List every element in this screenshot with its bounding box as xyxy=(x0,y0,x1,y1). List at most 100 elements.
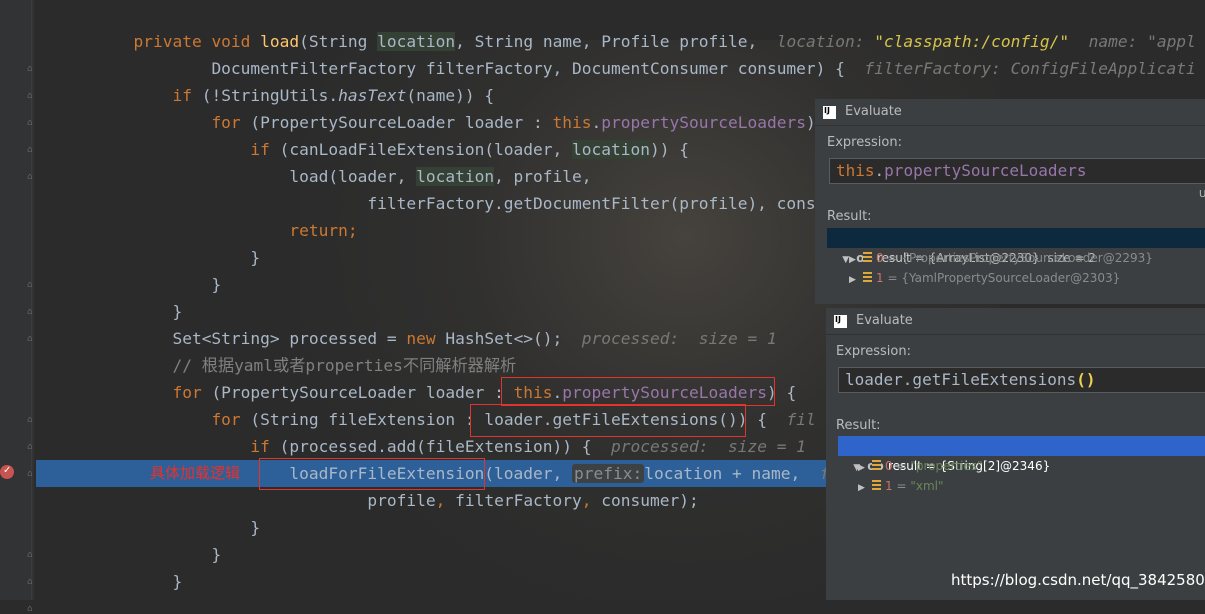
code-token: for xyxy=(211,113,251,132)
fold-marker-icon[interactable]: ⌂ xyxy=(25,442,35,452)
breakpoint-icon[interactable]: ✓ xyxy=(0,465,14,479)
field-icon xyxy=(872,480,881,491)
code-token: if xyxy=(172,86,202,105)
dialog-title-bar[interactable]: IJ Evaluate xyxy=(826,308,1205,335)
intellij-logo-icon: IJ xyxy=(834,315,847,328)
code-token: (PropertySourceLoader loader : xyxy=(211,383,514,402)
child-value: = {YamlPropertySourceLoader@2303} xyxy=(883,271,1121,285)
code-token: location xyxy=(377,32,456,51)
code-token: (!StringUtils. xyxy=(201,86,339,105)
code-token: profile xyxy=(367,491,436,510)
watermark: https://blog.csdn.net/qq_38425803 xyxy=(951,571,1205,589)
evaluate-dialog-2[interactable]: IJ Evaluate Expression: loader.getFileEx… xyxy=(826,308,1205,600)
fold-marker-icon[interactable]: ⌂ xyxy=(25,577,35,587)
code-token: (PropertySourceLoader loader : xyxy=(250,113,553,132)
field-icon xyxy=(872,460,881,471)
fold-marker-icon[interactable]: ⌂ xyxy=(25,145,35,155)
expression-input[interactable]: loader.getFileExtensions() xyxy=(838,367,1205,393)
fold-marker-icon[interactable]: ⌂ xyxy=(25,604,35,614)
child-index: 0 xyxy=(885,459,893,473)
code-token: load(loader, xyxy=(289,167,417,186)
code-token: , profile, xyxy=(494,167,592,186)
code-token: new xyxy=(406,329,446,348)
editor-gutter[interactable] xyxy=(0,0,34,600)
result-tree-root[interactable]: ▼oo result = {String[2]@2346} xyxy=(838,436,1205,473)
code-line[interactable]: private void load(String location, Strin… xyxy=(36,28,1205,55)
highlight-box-load-for-file-extension xyxy=(259,458,485,490)
code-token: for xyxy=(211,410,251,429)
result-tree-child[interactable]: ▶ 0 = {PropertiesPropertySourceLoader@229… xyxy=(849,248,1153,268)
code-token: } xyxy=(250,518,261,537)
expression-label: Expression: xyxy=(827,135,902,150)
expand-right-icon[interactable]: ▶ xyxy=(858,458,872,478)
child-index: 1 xyxy=(885,479,893,493)
intellij-logo-icon: IJ xyxy=(823,106,836,119)
result-label: Result: xyxy=(827,209,872,224)
code-token: } xyxy=(211,545,222,564)
code-token: HashSet<>(); xyxy=(445,329,582,348)
code-token: if xyxy=(250,140,280,159)
code-token: } xyxy=(250,248,261,267)
code-token: "classpath:/config/" xyxy=(874,32,1070,51)
code-token: load xyxy=(260,32,300,51)
expression-label: Expression: xyxy=(836,344,911,359)
fold-marker-icon[interactable]: ⌂ xyxy=(25,415,35,425)
result-label: Result: xyxy=(836,418,881,433)
fold-marker-icon[interactable]: ⌂ xyxy=(25,469,35,479)
result-tree-child[interactable]: ▶ 0 = "properties" xyxy=(858,456,983,476)
annotation-label: 具体加载逻辑 xyxy=(150,464,241,482)
code-token: for xyxy=(172,383,212,402)
code-token: } xyxy=(172,572,183,591)
code-token: hasText xyxy=(338,86,407,105)
fold-marker-icon[interactable]: ⌂ xyxy=(25,172,35,182)
expr-dot: . xyxy=(874,161,885,180)
fold-marker-icon[interactable]: ⌂ xyxy=(25,550,35,560)
child-index: 0 xyxy=(876,251,884,265)
code-token: location xyxy=(416,167,495,186)
code-token: if xyxy=(250,437,280,456)
code-token: location xyxy=(572,140,650,159)
result-tree-root[interactable]: ▼oo result = {ArrayList@2230} size = 2 xyxy=(827,228,1205,265)
code-token: Set<String> processed = xyxy=(172,329,407,348)
code-token: (processed.add(fileExtension)) { xyxy=(279,437,612,456)
expand-right-icon[interactable]: ▶ xyxy=(858,478,872,498)
code-token: this xyxy=(552,113,592,132)
evaluate-dialog-1[interactable]: IJ Evaluate Expression: this.propertySou… xyxy=(815,99,1205,304)
result-tree-child[interactable]: ▶ 1 = "xml" xyxy=(858,476,944,496)
field-icon xyxy=(863,272,872,283)
code-token: private xyxy=(133,32,212,51)
dialog-title-bar[interactable]: IJ Evaluate xyxy=(815,99,1205,126)
result-tree-child[interactable]: ▶ 1 = {YamlPropertySourceLoader@2303} xyxy=(849,268,1120,288)
code-token: , xyxy=(581,491,602,510)
code-token: . xyxy=(591,113,602,132)
code-line[interactable]: DocumentFilterFactory filterFactory, Doc… xyxy=(36,55,1205,82)
code-token: )) { xyxy=(650,140,689,159)
field-icon xyxy=(863,252,872,263)
fold-marker-icon[interactable]: ⌂ xyxy=(25,118,35,128)
fold-marker-icon[interactable]: ⌂ xyxy=(25,280,35,290)
code-token: } xyxy=(211,275,222,294)
expr-field: propertySourceLoaders xyxy=(884,161,1087,180)
gutter-divider xyxy=(31,0,32,600)
fold-marker-icon[interactable]: ⌂ xyxy=(25,307,35,317)
child-value: = xyxy=(892,459,911,473)
fold-marker-icon[interactable]: ⌂ xyxy=(25,91,35,101)
code-token: , String name, Profile profile, xyxy=(455,32,777,51)
code-token: location: xyxy=(776,32,875,51)
code-token: ( xyxy=(299,32,309,51)
expression-input[interactable]: this.propertySourceLoaders xyxy=(829,158,1205,184)
fold-marker-icon[interactable]: ⌂ xyxy=(25,64,35,74)
highlight-box-property-loaders xyxy=(501,377,775,406)
fold-marker-icon[interactable]: ⌂ xyxy=(25,334,35,344)
code-token: return; xyxy=(289,221,358,240)
code-token: processed: size = 1 xyxy=(581,329,777,348)
code-token: // 根据yaml或者properties不同解析器解析 xyxy=(172,356,517,375)
clipped-label: U xyxy=(1199,189,1205,200)
code-token: String xyxy=(308,32,378,51)
code-token: void xyxy=(211,32,261,51)
expr-parens: () xyxy=(1076,370,1096,389)
expr-keyword: this xyxy=(836,161,875,180)
child-string: "xml" xyxy=(910,479,944,493)
expand-right-icon[interactable]: ▶ xyxy=(849,270,863,290)
expand-right-icon[interactable]: ▶ xyxy=(849,250,863,270)
